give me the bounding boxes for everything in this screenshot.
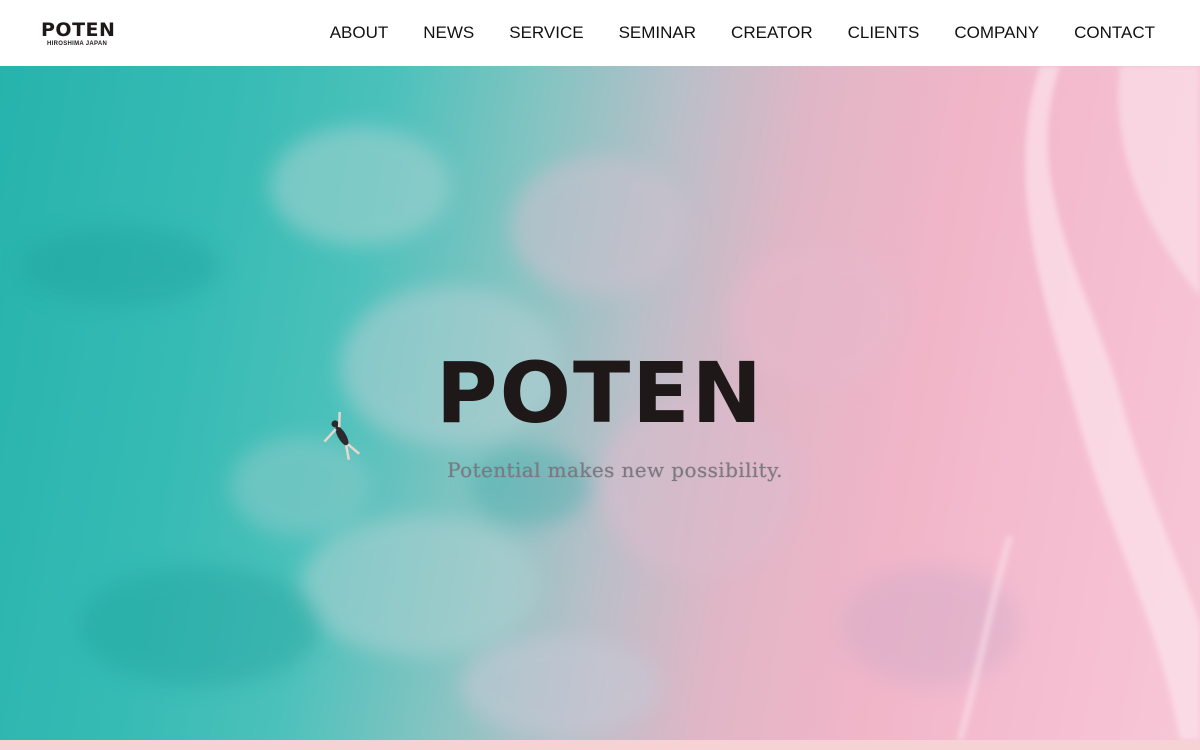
- bottom-strip: [0, 740, 1200, 750]
- hero-section: POTEN Potential makes new possibility.: [0, 66, 1200, 740]
- logo-subtitle: HIROSHIMA JAPAN: [47, 41, 108, 47]
- nav-about[interactable]: ABOUT: [330, 23, 389, 43]
- hero-tagline: Potential makes new possibility.: [447, 458, 783, 482]
- main-nav: ABOUT NEWS SERVICE SEMINAR CREATOR CLIEN…: [330, 0, 1155, 66]
- nav-contact[interactable]: CONTACT: [1074, 23, 1155, 43]
- logo-name: POTEN: [41, 19, 116, 41]
- nav-news[interactable]: NEWS: [423, 23, 474, 43]
- nav-service[interactable]: SERVICE: [509, 23, 583, 43]
- logo[interactable]: POTEN HIROSHIMA JAPAN: [41, 20, 117, 48]
- nav-seminar[interactable]: SEMINAR: [619, 23, 696, 43]
- nav-clients[interactable]: CLIENTS: [848, 23, 920, 43]
- nav-creator[interactable]: CREATOR: [731, 23, 813, 43]
- nav-company[interactable]: COMPANY: [954, 23, 1039, 43]
- hero-title: POTEN: [436, 344, 764, 442]
- site-header: POTEN HIROSHIMA JAPAN ABOUT NEWS SERVICE…: [0, 0, 1200, 66]
